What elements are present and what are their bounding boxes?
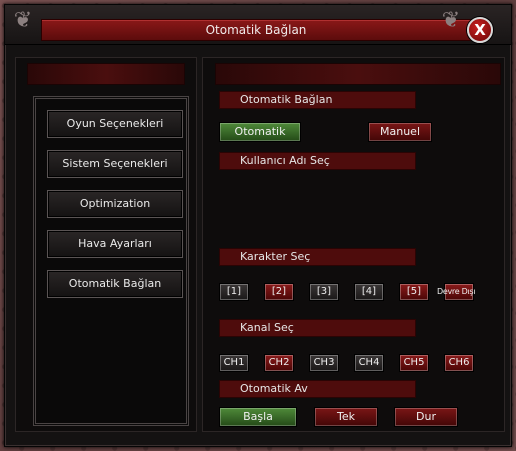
manual-button[interactable]: Manuel (368, 122, 432, 142)
menu-panel-header (27, 63, 185, 85)
channel-5-button[interactable]: CH5 (399, 354, 429, 372)
menu-item-game-options[interactable]: Oyun Seçenekleri (47, 110, 183, 138)
ornament-left-icon: ❦ (13, 8, 33, 33)
title-bar[interactable]: ❦ Otomatik Bağlan ❦ X (5, 5, 511, 45)
ornament-right-icon: ❦ (441, 8, 461, 33)
character-slot-2[interactable]: [2] (264, 283, 294, 301)
menu-frame (33, 96, 189, 426)
window-title: Otomatik Bağlan (41, 19, 471, 41)
character-slot-4[interactable]: [4] (354, 283, 384, 301)
section-username: Kullanıcı Adı Seç (219, 152, 416, 170)
channel-4-button[interactable]: CH4 (354, 354, 384, 372)
channel-2-button[interactable]: CH2 (264, 354, 294, 372)
section-channel: Kanal Seç (219, 319, 416, 337)
content-panel-header (215, 63, 501, 85)
section-auto-hunt: Otomatik Av (219, 380, 416, 398)
menu-item-weather-settings[interactable]: Hava Ayarları (47, 230, 183, 258)
character-slot-1[interactable]: [1] (219, 283, 249, 301)
single-button[interactable]: Tek (314, 407, 378, 427)
stop-button[interactable]: Dur (394, 407, 458, 427)
menu-item-system-options[interactable]: Sistem Seçenekleri (47, 150, 183, 178)
close-button[interactable]: X (467, 17, 493, 43)
menu-item-optimization[interactable]: Optimization (47, 190, 183, 218)
auto-button[interactable]: Otomatik (219, 122, 301, 142)
content-panel (202, 57, 505, 432)
start-button[interactable]: Başla (219, 407, 297, 427)
menu-item-auto-connect[interactable]: Otomatik Bağlan (47, 270, 183, 298)
character-slot-5[interactable]: [5] (399, 283, 429, 301)
section-auto-connect: Otomatik Bağlan (219, 91, 416, 109)
section-character: Karakter Seç (219, 248, 416, 266)
character-slot-disabled[interactable]: Devre Dışı (437, 283, 475, 301)
channel-6-button[interactable]: CH6 (444, 354, 474, 372)
character-slot-3[interactable]: [3] (309, 283, 339, 301)
channel-3-button[interactable]: CH3 (309, 354, 339, 372)
channel-1-button[interactable]: CH1 (219, 354, 249, 372)
settings-window: ❦ Otomatik Bağlan ❦ X Oyun Seçenekleri S… (4, 4, 512, 447)
